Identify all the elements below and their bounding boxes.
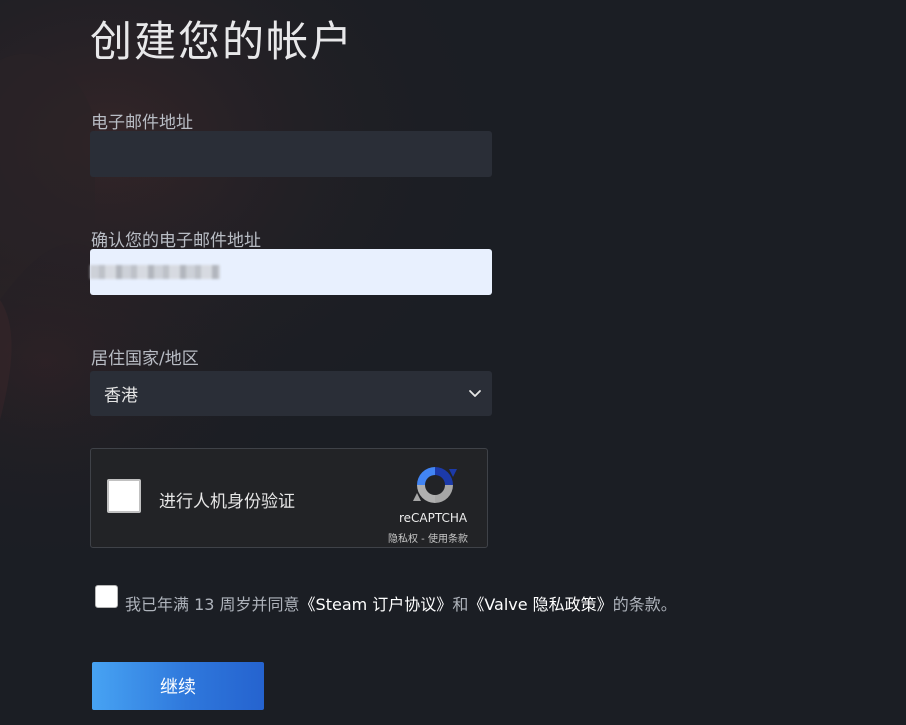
recaptcha-checkbox[interactable]	[107, 479, 141, 513]
email-field[interactable]	[90, 131, 492, 177]
recaptcha-widget: 进行人机身份验证 reCAPTCHA 隐私权 - 使用条款	[90, 448, 488, 548]
email-label: 电子邮件地址	[91, 113, 193, 133]
recaptcha-brand: reCAPTCHA	[399, 511, 468, 525]
page-title: 创建您的帐户	[90, 17, 355, 66]
country-selected-value: 香港	[104, 386, 138, 406]
continue-button[interactable]: 继续	[92, 662, 264, 710]
agreement-suffix: 的条款。	[612, 595, 677, 614]
country-label: 居住国家/地区	[91, 349, 199, 369]
steam-subscriber-agreement-link[interactable]: 《Steam 订户协议》	[300, 595, 453, 614]
agreement-middle: 和	[452, 595, 469, 614]
redacted-email-value	[90, 265, 220, 279]
recaptcha-logo-icon	[413, 467, 457, 503]
recaptcha-privacy-terms-link[interactable]: 隐私权 - 使用条款	[388, 530, 468, 545]
agreement-prefix: 我已年满 13 周岁并同意	[125, 595, 300, 614]
country-select[interactable]: 香港	[90, 371, 492, 416]
valve-privacy-policy-link[interactable]: 《Valve 隐私政策》	[468, 595, 612, 614]
recaptcha-label: 进行人机身份验证	[159, 492, 295, 512]
chevron-down-icon	[469, 390, 481, 397]
agreement-checkbox[interactable]	[95, 585, 118, 608]
agreement-row: 我已年满 13 周岁并同意《Steam 订户协议》和《Valve 隐私政策》的条…	[95, 585, 815, 615]
agreement-text: 我已年满 13 周岁并同意《Steam 订户协议》和《Valve 隐私政策》的条…	[125, 591, 677, 615]
confirm-email-label: 确认您的电子邮件地址	[91, 231, 261, 251]
confirm-email-field[interactable]	[90, 249, 492, 295]
